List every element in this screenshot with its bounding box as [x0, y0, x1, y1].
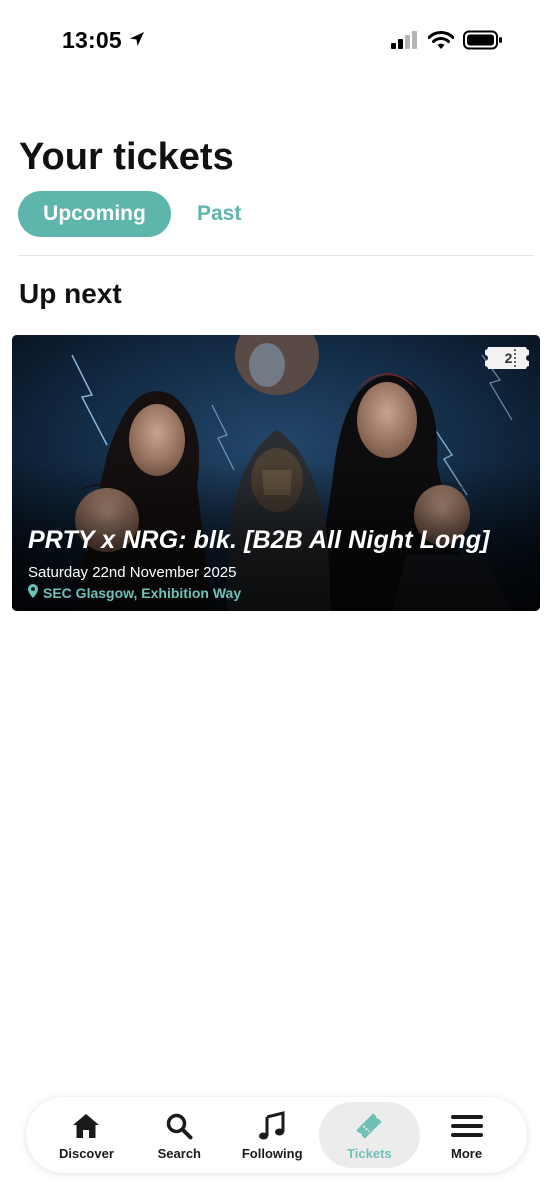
search-icon	[163, 1110, 195, 1142]
status-icons	[391, 30, 503, 55]
tab-more-label: More	[451, 1145, 483, 1161]
tab-past[interactable]: Past	[171, 191, 267, 237]
ticket-count-number: 2	[504, 350, 513, 366]
event-venue-text: SEC Glasgow, Exhibition Way	[43, 584, 242, 601]
status-time: 13:05	[62, 27, 146, 54]
wifi-icon	[427, 30, 455, 55]
tab-discover[interactable]: Discover	[40, 1102, 133, 1168]
tab-upcoming[interactable]: Upcoming	[18, 191, 171, 237]
tab-search[interactable]: Search	[133, 1102, 226, 1168]
battery-icon	[463, 30, 503, 55]
ticket-filter-tabs: Upcoming Past	[18, 191, 267, 237]
tab-search-label: Search	[157, 1145, 201, 1161]
tab-tickets-label: Tickets	[347, 1145, 392, 1161]
status-time-text: 13:05	[62, 27, 122, 53]
event-date: Saturday 22nd November 2025	[28, 564, 237, 581]
map-pin-icon	[28, 584, 38, 601]
ticket-count-badge: 2	[484, 346, 530, 370]
status-bar: 13:05	[0, 0, 553, 80]
cellular-signal-icon	[391, 31, 419, 54]
section-title: Up next	[19, 278, 122, 309]
music-note-icon	[256, 1110, 288, 1142]
event-name: PRTY x NRG: blk. [B2B All Night Long]	[28, 526, 490, 554]
bottom-tab-bar: Discover Search Following Tickets More	[26, 1097, 527, 1173]
home-icon	[70, 1110, 102, 1142]
tab-following[interactable]: Following	[226, 1102, 319, 1168]
location-arrow-icon	[128, 27, 146, 54]
tab-tickets[interactable]: Tickets	[318, 1102, 421, 1168]
event-venue: SEC Glasgow, Exhibition Way	[28, 584, 241, 601]
page-title: Your tickets	[19, 136, 234, 178]
event-card[interactable]: 2 PRTY x NRG: blk. [B2B All Night Long] …	[12, 335, 540, 611]
tab-more[interactable]: More	[420, 1102, 513, 1168]
tickets-screen: 13:05 Your tickets Upcoming Past Up next…	[0, 0, 553, 1200]
tab-following-label: Following	[241, 1145, 303, 1161]
menu-icon	[450, 1110, 483, 1142]
divider	[18, 255, 534, 256]
ticket-icon	[353, 1110, 385, 1142]
tab-discover-label: Discover	[58, 1145, 114, 1161]
